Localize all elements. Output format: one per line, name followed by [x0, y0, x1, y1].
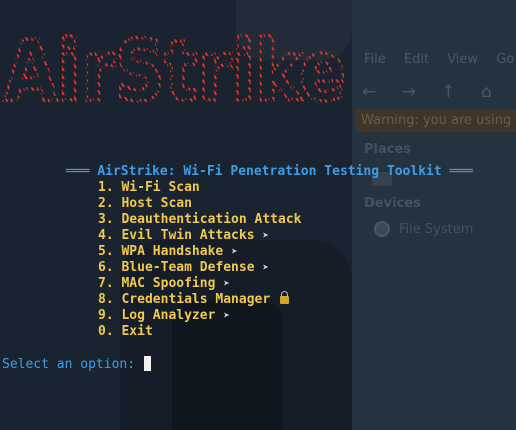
menu-option-evil-twin-attacks[interactable]: 4. Evil Twin Attacks ➤	[98, 228, 302, 244]
submenu-arrow-icon: ➤	[223, 309, 230, 322]
background-nav-icons: ← → ↑ ⌂	[362, 82, 502, 102]
menu-option-mac-spoofing[interactable]: 7. MAC Spoofing ➤	[98, 276, 302, 292]
menu-option-credentials-manager[interactable]: 8. Credentials Manager	[98, 291, 302, 308]
submenu-arrow-icon: ➤	[231, 245, 238, 258]
submenu-arrow-icon: ➤	[262, 229, 269, 242]
menu-option-wpa-handshake[interactable]: 5. WPA Handshake ➤	[98, 244, 302, 260]
option-input-prompt[interactable]: Select an option:	[2, 356, 151, 373]
menu-option-log-analyzer[interactable]: 9. Log Analyzer ➤	[98, 308, 302, 324]
disk-icon	[374, 221, 390, 237]
title-decoration-right: ═══	[449, 164, 473, 179]
menu-options-list: 1. Wi-Fi Scan 2. Host Scan 3. Deauthenti…	[98, 180, 302, 340]
banner-text: AirStrike	[4, 22, 346, 110]
menu-option-exit[interactable]: 0. Exit	[98, 324, 302, 340]
menu-option-host-scan[interactable]: 2. Host Scan	[98, 196, 302, 212]
text-cursor	[143, 356, 151, 371]
menu-option-wifi-scan[interactable]: 1. Wi-Fi Scan	[98, 180, 302, 196]
background-devices-heading: Devices	[364, 196, 421, 211]
menu-option-deauthentication-attack[interactable]: 3. Deauthentication Attack	[98, 212, 302, 228]
menu-title: ═══ AirStrike: Wi-Fi Penetration Testing…	[66, 164, 473, 180]
airstrike-banner-logo: AirStrike	[2, 20, 347, 110]
title-decoration-left: ═══	[66, 164, 90, 179]
background-root-warning: Warning: you are using the root account	[355, 110, 516, 132]
submenu-arrow-icon: ➤	[223, 277, 230, 290]
prompt-label: Select an option:	[2, 357, 136, 372]
background-places-heading: Places	[364, 142, 412, 157]
submenu-arrow-icon: ➤	[262, 261, 269, 274]
background-menubar: File Edit View Go	[364, 52, 515, 67]
menu-title-text: AirStrike: Wi-Fi Penetration Testing Too…	[97, 164, 442, 179]
background-device-label: File System	[399, 222, 474, 237]
menu-option-blue-team-defense[interactable]: 6. Blue-Team Defense ➤	[98, 260, 302, 276]
lock-key-icon	[280, 291, 290, 304]
